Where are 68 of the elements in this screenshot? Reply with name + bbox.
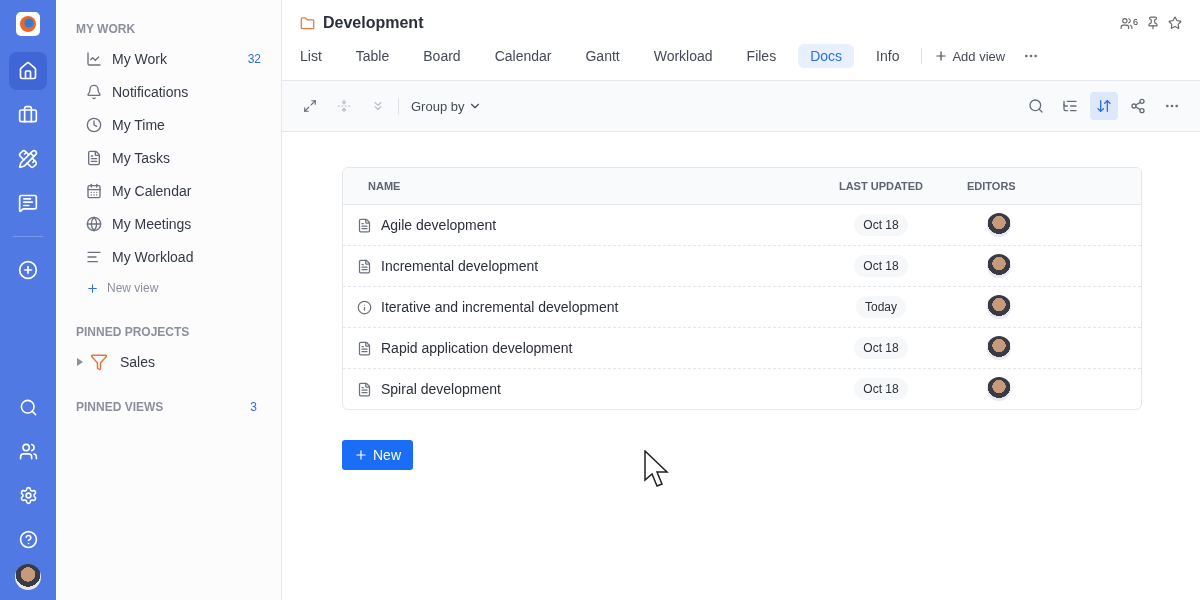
sidebar-item[interactable]: My Meetings [76, 207, 261, 240]
sidebar-item[interactable]: My Calendar [76, 174, 261, 207]
column-header: LAST UPDATED [837, 180, 925, 192]
doc-name[interactable]: Spiral development [381, 381, 501, 397]
date-pill: Today [856, 296, 906, 318]
doc-name[interactable]: Iterative and incremental development [381, 299, 619, 315]
doc-name[interactable]: Agile development [381, 217, 497, 233]
new-button[interactable]: New [342, 440, 413, 470]
calendar-icon [86, 182, 102, 199]
sort-icon[interactable] [1090, 92, 1118, 120]
date-pill: Oct 18 [854, 378, 908, 400]
column-header: NAME [368, 180, 402, 192]
document-icon [357, 217, 372, 233]
view-tab[interactable]: Info [864, 44, 912, 68]
view-tab[interactable]: Workload [641, 44, 725, 68]
pinned-project[interactable]: Sales [76, 345, 261, 378]
info-icon [357, 299, 372, 315]
plus-icon [354, 448, 368, 462]
editor-avatar [987, 295, 1011, 319]
doc-name[interactable]: Rapid application development [381, 340, 573, 356]
item-count: 3 [250, 400, 257, 414]
funnel-icon [90, 352, 108, 371]
bell-icon [86, 83, 102, 100]
globe-icon [86, 215, 102, 232]
editor-avatar [987, 336, 1011, 360]
date-pill: Oct 18 [854, 214, 908, 236]
section-heading: PINNED PROJECTS [76, 325, 191, 339]
cursor-icon [644, 450, 670, 488]
sidebar-item[interactable]: Notifications [76, 75, 261, 108]
sidebar-item[interactable]: My Tasks [76, 141, 261, 174]
item-count: 32 [247, 51, 261, 66]
home-icon[interactable] [9, 52, 47, 90]
editor-avatar [987, 377, 1011, 401]
folder-icon [300, 15, 315, 31]
column-header: EDITORS [966, 180, 1017, 192]
view-tab[interactable]: Files [734, 44, 789, 68]
plus-icon [86, 281, 99, 295]
pin-icon[interactable] [1146, 16, 1160, 30]
view-tab[interactable]: Docs [798, 44, 855, 68]
view-tab[interactable]: Calendar [482, 44, 564, 68]
doc-name[interactable]: Incremental development [381, 258, 539, 274]
editor-avatar [987, 254, 1011, 278]
star-icon[interactable] [1168, 16, 1182, 30]
document-icon [357, 340, 372, 356]
chart-icon [86, 50, 102, 67]
section-heading: MY WORK [76, 22, 137, 36]
members-indicator[interactable]: 6 [1120, 16, 1138, 30]
group-by-dropdown[interactable]: Group by [405, 97, 489, 115]
add-view-button[interactable]: Add view [928, 47, 1012, 65]
project-title: Development [323, 14, 425, 32]
sidebar-item[interactable]: My Work 32 [76, 42, 261, 75]
sidebar-item[interactable]: My Workload [76, 240, 261, 273]
document-icon [357, 258, 372, 274]
sidebar-item[interactable]: My Time [76, 108, 261, 141]
app-logo[interactable] [16, 12, 40, 36]
document-icon [357, 381, 372, 397]
date-pill: Oct 18 [854, 255, 908, 277]
view-tab[interactable]: Board [411, 44, 473, 68]
editor-avatar [987, 213, 1011, 237]
user-avatar[interactable] [15, 564, 41, 590]
view-tab[interactable]: List [300, 44, 334, 68]
clock-icon [86, 116, 102, 133]
document-icon [86, 149, 102, 166]
view-tab[interactable]: Table [343, 44, 402, 68]
date-pill: Oct 18 [854, 337, 908, 359]
view-tab[interactable]: Gantt [573, 44, 632, 68]
section-heading: PINNED VIEWS [76, 400, 164, 414]
plus-icon [934, 49, 949, 63]
